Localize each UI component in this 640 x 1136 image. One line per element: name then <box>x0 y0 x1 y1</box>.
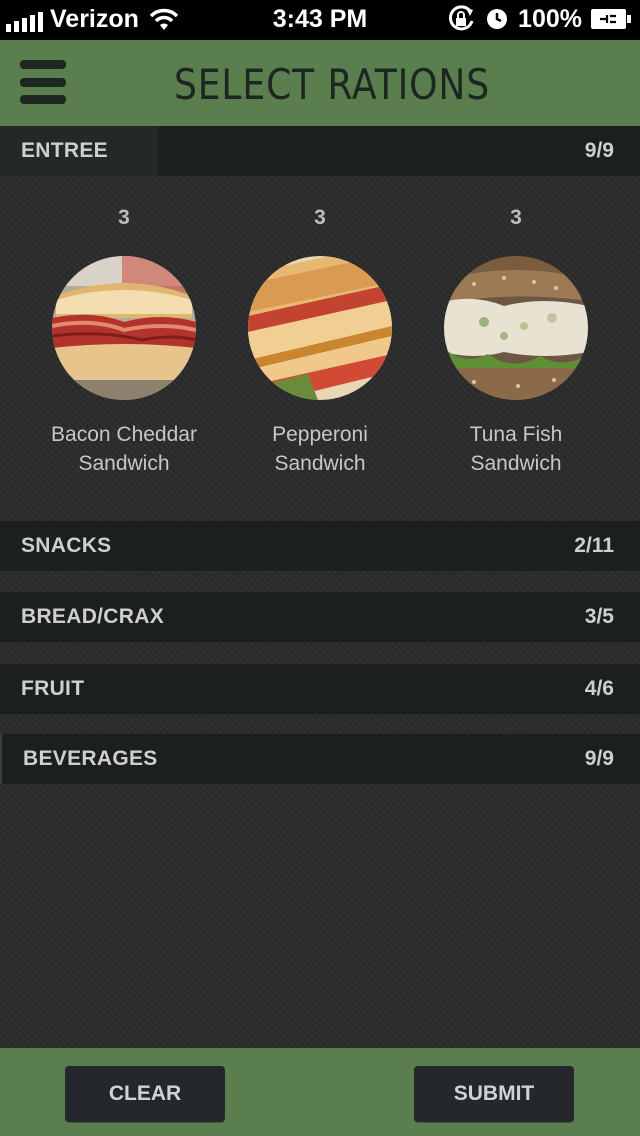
section-count: 9/9 <box>584 747 614 770</box>
section-label: ENTREE <box>21 139 108 162</box>
alarm-clock-icon <box>486 8 508 30</box>
bacon-cheddar-sandwich-photo[interactable] <box>52 256 196 400</box>
item-quantity: 3 <box>118 206 130 229</box>
section-header-entree[interactable]: ENTREE 9/9 <box>0 126 640 176</box>
page-title: SELECT RATIONS <box>173 60 491 109</box>
section-count: 4/6 <box>584 677 614 700</box>
status-bar: Verizon 3:43 PM 100% <box>0 0 640 40</box>
app-header: SELECT RATIONS <box>0 40 640 126</box>
section-label: BEVERAGES <box>23 747 158 770</box>
item-name: Tuna Fish Sandwich <box>469 423 563 475</box>
section-count: 3/5 <box>584 605 614 628</box>
item-quantity: 3 <box>314 206 326 229</box>
footer-bar: CLEAR SUBMIT <box>0 1048 640 1136</box>
clear-button[interactable]: CLEAR <box>65 1066 225 1122</box>
section-header-bread-crax[interactable]: BREAD/CRAX 3/5 <box>0 592 640 642</box>
entree-item-list: 3 Bacon Cheddar Sandwich 3 Pepperoni San… <box>0 176 640 521</box>
item-name: Pepperoni Sandwich <box>272 423 368 475</box>
section-count: 2/11 <box>574 534 614 557</box>
tuna-fish-sandwich-photo[interactable] <box>444 256 588 400</box>
item-name: Bacon Cheddar Sandwich <box>51 423 197 475</box>
section-header-snacks[interactable]: SNACKS 2/11 <box>0 521 640 571</box>
section-header-fruit[interactable]: FRUIT 4/6 <box>0 664 640 714</box>
section-label: BREAD/CRAX <box>21 605 165 628</box>
battery-percent: 100% <box>518 4 582 33</box>
battery-charging-icon <box>590 8 632 30</box>
item-quantity: 3 <box>510 206 522 229</box>
section-header-beverages[interactable]: BEVERAGES 9/9 <box>0 734 640 784</box>
status-right: 100% <box>446 5 632 33</box>
section-count: 9/9 <box>584 139 614 162</box>
rotation-lock-icon <box>446 5 476 33</box>
submit-button[interactable]: SUBMIT <box>414 1066 574 1122</box>
section-label: FRUIT <box>21 677 85 700</box>
pepperoni-sandwich-photo[interactable] <box>248 256 392 400</box>
section-label: SNACKS <box>21 534 112 557</box>
